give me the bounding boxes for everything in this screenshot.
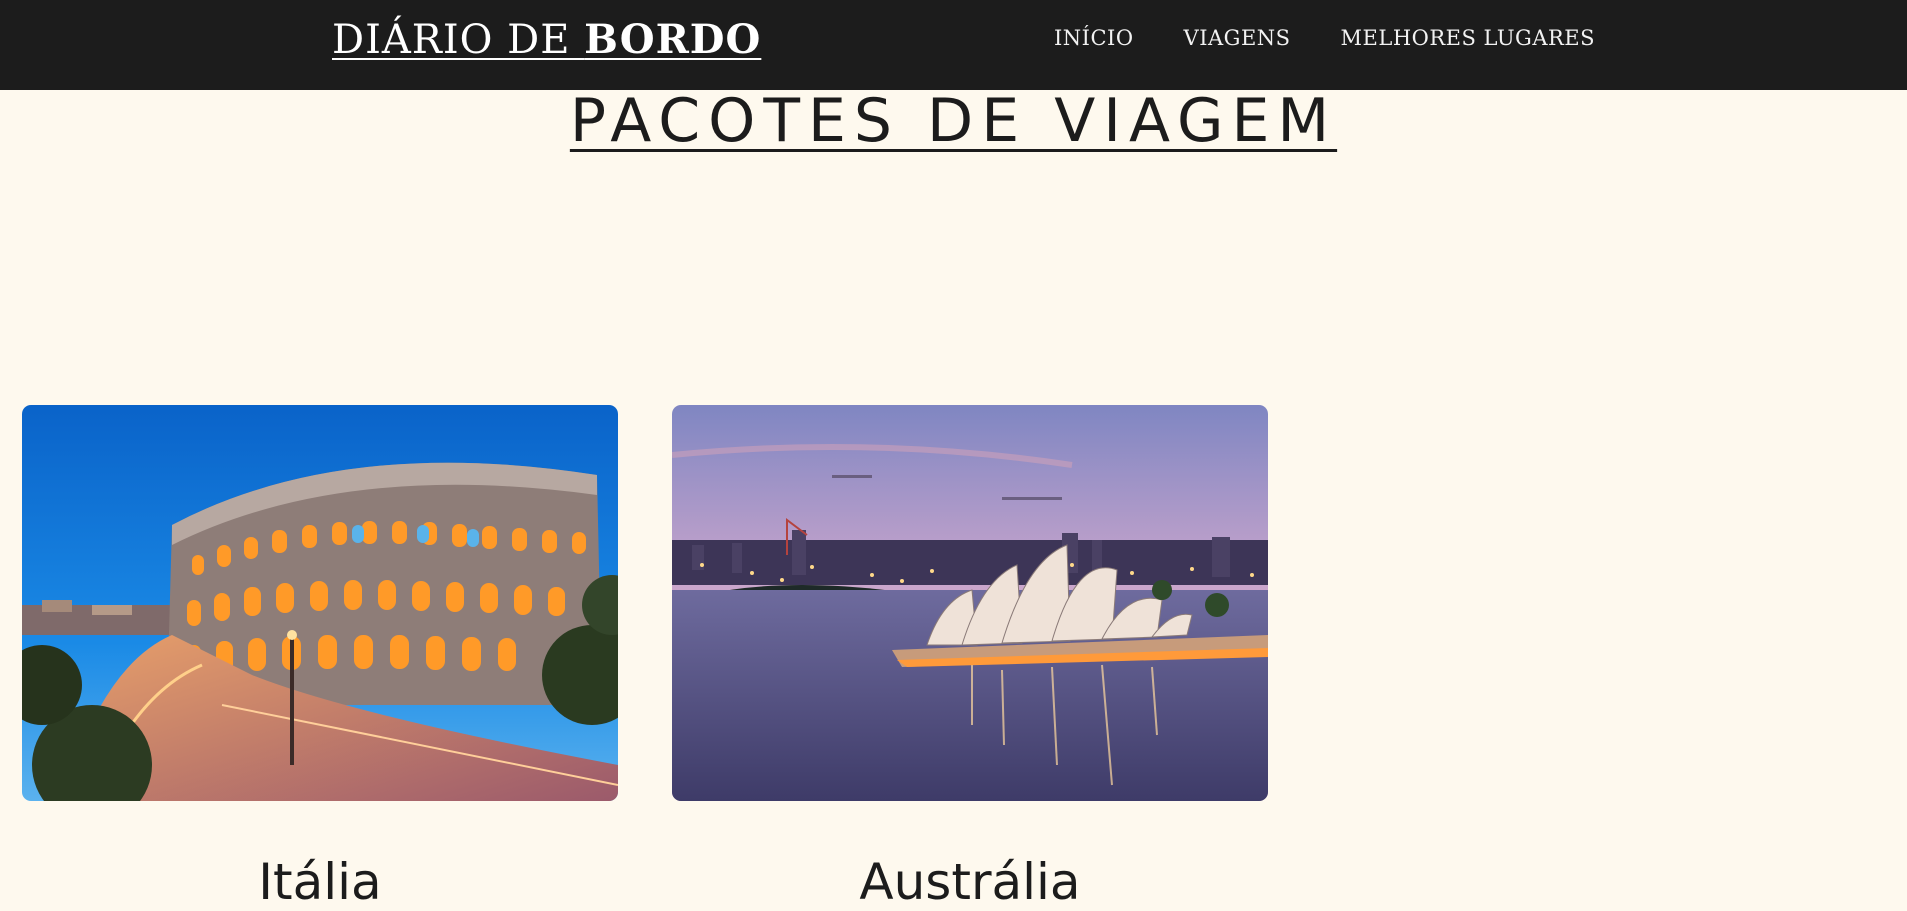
brand-text-part2: BORDO xyxy=(584,16,762,63)
sydney-opera-house-image xyxy=(672,405,1268,801)
top-navbar: DIÁRIO DE BORDO INÍCIO VIAGENS MELHORES … xyxy=(0,0,1907,90)
package-card-italia[interactable]: Itália xyxy=(22,405,618,911)
nav-link-viagens[interactable]: VIAGENS xyxy=(1184,26,1291,50)
nav-link-melhores-lugares[interactable]: MELHORES LUGARES xyxy=(1341,26,1595,50)
brand-logo-link[interactable]: DIÁRIO DE BORDO xyxy=(332,16,761,63)
brand-text-part1: DIÁRIO DE xyxy=(332,17,585,63)
card-label-australia: Austrália xyxy=(859,853,1081,911)
main-nav: INÍCIO VIAGENS MELHORES LUGARES xyxy=(1054,26,1595,50)
colosseum-image xyxy=(22,405,618,801)
package-card-australia[interactable]: Austrália xyxy=(672,405,1268,911)
nav-link-inicio[interactable]: INÍCIO xyxy=(1054,26,1134,50)
page-title-text: PACOTES DE VIAGEM xyxy=(569,86,1338,156)
page-title: PACOTES DE VIAGEM xyxy=(0,86,1907,156)
card-label-italia: Itália xyxy=(258,853,382,911)
